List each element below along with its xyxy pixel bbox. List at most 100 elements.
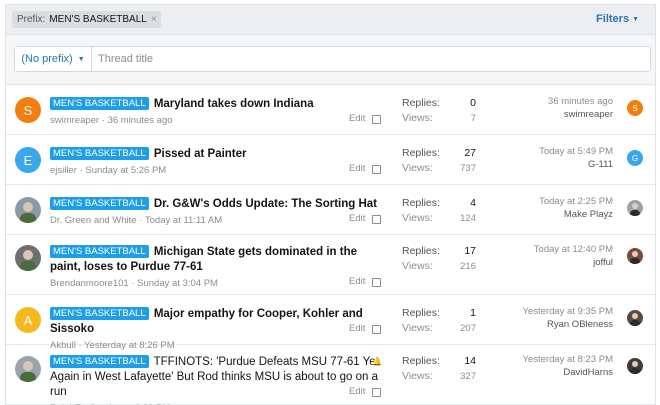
last-post-info[interactable]: Yesterday at 9:35 PM Ryan OBleness bbox=[473, 305, 613, 331]
thread-title-link[interactable]: MEN'S BASKETBALL Pissed at Painter bbox=[50, 147, 390, 162]
replies-label: Replies: bbox=[402, 355, 440, 367]
last-poster-avatar[interactable] bbox=[627, 200, 643, 216]
author-link[interactable]: Brendanmoore101 bbox=[50, 278, 129, 289]
quick-thread-bar: (No prefix) ▼ bbox=[6, 35, 655, 85]
last-poster-avatar[interactable]: G bbox=[627, 150, 643, 166]
select-checkbox[interactable] bbox=[372, 165, 381, 174]
views-label: Views: bbox=[402, 370, 433, 382]
thread-main: MEN'S BASKETBALL TFFINOTS: 'Purdue Defea… bbox=[50, 355, 390, 405]
thread-list-panel: Prefix: MEN'S BASKETBALL × Filters ▼ (No… bbox=[5, 4, 656, 405]
chevron-down-icon: ▼ bbox=[632, 15, 639, 23]
replies-label: Replies: bbox=[402, 245, 440, 257]
select-checkbox[interactable] bbox=[372, 115, 381, 124]
thread-title: Dr. G&W's Odds Update: The Sorting Hat bbox=[153, 198, 377, 210]
user-photo-icon bbox=[630, 251, 640, 264]
thread-title-input[interactable] bbox=[92, 47, 650, 71]
views-label: Views: bbox=[402, 260, 433, 272]
thread-date-link[interactable]: Sunday at 5:26 PM bbox=[85, 165, 166, 176]
last-post-info[interactable]: Today at 5:49 PM G-111 bbox=[473, 145, 613, 171]
user-photo-icon bbox=[630, 203, 640, 216]
thread-title-link[interactable]: MEN'S BASKETBALL Michigan State gets dom… bbox=[50, 245, 390, 275]
thread-row: E MEN'S BASKETBALL Pissed at Painter ejsil… bbox=[6, 135, 655, 185]
edit-link[interactable]: Edit bbox=[349, 323, 365, 334]
select-checkbox[interactable] bbox=[372, 215, 381, 224]
last-post-user: Make Playz bbox=[563, 209, 613, 220]
author-avatar[interactable] bbox=[15, 245, 41, 271]
last-post-info[interactable]: Yesterday at 8:23 PM DavidHarns bbox=[473, 353, 613, 379]
avatar-letter: E bbox=[23, 152, 33, 168]
edit-link[interactable]: Edit bbox=[349, 163, 365, 174]
author-link[interactable]: ejsiller bbox=[50, 165, 77, 176]
replies-label: Replies: bbox=[402, 147, 440, 159]
prefix-filter-chip[interactable]: Prefix: MEN'S BASKETBALL × bbox=[12, 11, 161, 28]
last-poster-avatar[interactable] bbox=[627, 248, 643, 264]
prefix-filter-value: MEN'S BASKETBALL bbox=[49, 14, 147, 25]
author-avatar[interactable] bbox=[15, 197, 41, 223]
prefix-label-badge[interactable]: MEN'S BASKETBALL bbox=[50, 97, 149, 110]
thread-main: MEN'S BASKETBALL Michigan State gets dom… bbox=[50, 245, 390, 289]
replies-label: Replies: bbox=[402, 197, 440, 209]
thread-stats: Replies: 0 Views: 7 bbox=[402, 96, 476, 126]
select-checkbox[interactable] bbox=[372, 278, 381, 287]
last-post-info[interactable]: Today at 2:25 PM Make Playz bbox=[473, 195, 613, 221]
user-photo-icon bbox=[630, 361, 640, 374]
last-post-user: Ryan OBleness bbox=[546, 319, 613, 330]
remove-filter-icon[interactable]: × bbox=[151, 11, 157, 28]
author-link[interactable]: swimreaper bbox=[50, 115, 99, 126]
filter-bar: Prefix: MEN'S BASKETBALL × Filters ▼ bbox=[6, 5, 655, 35]
avatar-letter: G bbox=[631, 153, 639, 163]
prefix-select[interactable]: (No prefix) ▼ bbox=[15, 47, 92, 71]
views-label: Views: bbox=[402, 112, 433, 124]
last-post-info[interactable]: 36 minutes ago swimreaper bbox=[473, 95, 613, 121]
select-checkbox[interactable] bbox=[372, 325, 381, 334]
thread-row: A MEN'S BASKETBALL Major empathy for Coop… bbox=[6, 295, 655, 351]
author-link[interactable]: Dr. Green and White bbox=[50, 215, 137, 226]
last-poster-avatar[interactable] bbox=[627, 358, 643, 374]
prefix-label-badge[interactable]: MEN'S BASKETBALL bbox=[50, 245, 149, 258]
author-avatar[interactable]: S bbox=[15, 97, 41, 123]
author-avatar[interactable] bbox=[15, 356, 41, 382]
last-post-user: jofful bbox=[593, 257, 613, 268]
prefix-filter-key: Prefix: bbox=[17, 14, 46, 25]
last-post-date: Today at 2:25 PM bbox=[539, 196, 613, 207]
chevron-down-icon: ▼ bbox=[77, 55, 85, 63]
replies-label: Replies: bbox=[402, 307, 440, 319]
thread-title-link[interactable]: MEN'S BASKETBALL Maryland takes down Ind… bbox=[50, 97, 390, 112]
select-checkbox[interactable] bbox=[372, 388, 381, 397]
prefix-label-badge[interactable]: MEN'S BASKETBALL bbox=[50, 197, 149, 210]
thread-stats: Replies: 14 Views: 327 bbox=[402, 354, 476, 384]
edit-link[interactable]: Edit bbox=[349, 276, 365, 287]
thread-title-link[interactable]: MEN'S BASKETBALL Major empathy for Coope… bbox=[50, 307, 390, 337]
user-photo-icon bbox=[630, 313, 640, 326]
edit-link[interactable]: Edit bbox=[349, 113, 365, 124]
last-post-date: Today at 5:49 PM bbox=[539, 146, 613, 157]
thread-date-link[interactable]: Today at 11:11 AM bbox=[145, 215, 222, 226]
prefix-label-badge[interactable]: MEN'S BASKETBALL bbox=[50, 307, 149, 320]
thread-row: MEN'S BASKETBALL Michigan State gets dom… bbox=[6, 235, 655, 295]
avatar-letter: A bbox=[23, 312, 33, 328]
prefix-select-label: (No prefix) bbox=[21, 53, 73, 65]
last-post-user: DavidHarns bbox=[563, 367, 613, 378]
edit-link[interactable]: Edit bbox=[349, 213, 365, 224]
author-avatar[interactable]: E bbox=[15, 147, 41, 173]
last-poster-avatar[interactable]: S bbox=[627, 100, 643, 116]
thread-date-link[interactable]: Sunday at 3:04 PM bbox=[137, 278, 218, 289]
last-poster-avatar[interactable] bbox=[627, 310, 643, 326]
last-post-info[interactable]: Today at 12:40 PM jofful bbox=[473, 243, 613, 269]
thread-main: MEN'S BASKETBALL Dr. G&W's Odds Update: … bbox=[50, 197, 390, 226]
prefix-label-badge[interactable]: MEN'S BASKETBALL bbox=[50, 147, 149, 160]
thread-title: Maryland takes down Indiana bbox=[153, 98, 314, 110]
prefix-label-badge[interactable]: MEN'S BASKETBALL bbox=[50, 355, 149, 368]
thread-row: MEN'S BASKETBALL TFFINOTS: 'Purdue Defea… bbox=[6, 345, 655, 405]
thread-row: S MEN'S BASKETBALL Maryland takes down In… bbox=[6, 85, 655, 135]
thread-row: MEN'S BASKETBALL Dr. G&W's Odds Update: … bbox=[6, 185, 655, 235]
thread-date-link[interactable]: 36 minutes ago bbox=[108, 115, 173, 126]
thread-title-link[interactable]: MEN'S BASKETBALL Dr. G&W's Odds Update: … bbox=[50, 197, 390, 212]
edit-link[interactable]: Edit bbox=[349, 386, 365, 397]
filters-button[interactable]: Filters ▼ bbox=[596, 13, 639, 25]
thread-title-link[interactable]: MEN'S BASKETBALL TFFINOTS: 'Purdue Defea… bbox=[50, 355, 390, 400]
thread-stats: Replies: 27 Views: 737 bbox=[402, 146, 476, 176]
thread-stats: Replies: 1 Views: 207 bbox=[402, 306, 476, 336]
last-post-date: Today at 12:40 PM bbox=[533, 244, 613, 255]
author-avatar[interactable]: A bbox=[15, 307, 41, 333]
